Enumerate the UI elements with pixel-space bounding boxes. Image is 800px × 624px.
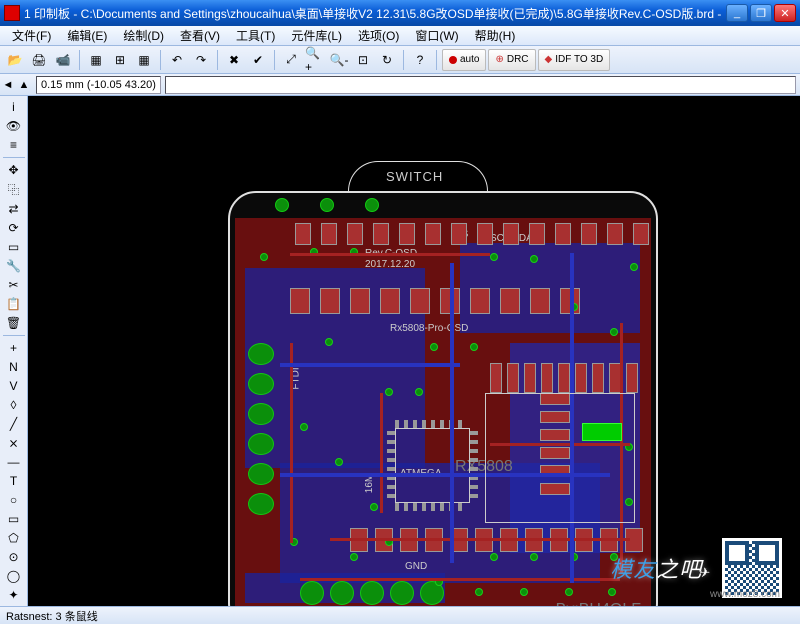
main-toolbar: 📂 🖨 📹 ▦ ⊞ ▦ ↶ ↷ ✖ ✔ ⤢ 🔍+ 🔍- ⊡ ↻ ? auto ⊕…	[0, 46, 800, 74]
finder-button[interactable]: ?	[409, 49, 431, 71]
cancel-button[interactable]: ✖	[223, 49, 245, 71]
sep	[79, 50, 80, 70]
sep	[3, 335, 25, 336]
menu-file[interactable]: 文件(F)	[4, 26, 59, 45]
maximize-button[interactable]: ❐	[750, 4, 772, 22]
sep	[274, 50, 275, 70]
statusbar: Ratsnest: 3 条鼠线	[0, 606, 800, 624]
menubar: 文件(F) 编辑(E) 绘制(D) 查看(V) 工具(T) 元件库(L) 选项(…	[0, 26, 800, 46]
app-icon	[4, 5, 20, 21]
zoom-in-button[interactable]: 🔍+	[304, 49, 326, 71]
sep	[160, 50, 161, 70]
circle-tool[interactable]: ○	[3, 491, 25, 509]
ripup-tool[interactable]: ⨯	[3, 434, 25, 452]
plane-icon: ✈	[698, 565, 710, 580]
ic-atmega	[395, 428, 470, 503]
drc-label: DRC	[507, 54, 529, 65]
menu-window[interactable]: 窗口(W)	[407, 26, 466, 45]
menu-edit[interactable]: 编辑(E)	[59, 26, 115, 45]
hole-tool[interactable]: ◯	[3, 567, 25, 585]
add-tool[interactable]: +	[3, 339, 25, 357]
coord-bar: ◄ ▲ 0.15 mm (-10.05 43.20)	[0, 74, 800, 96]
workarea: i 👁 ≡ ✥ ⿻ ⇄ ⟳ ▭ 🔧 ✂ 📋 🗑 + N V ◊ ╱ ⨯ — T …	[0, 96, 800, 606]
cut-tool[interactable]: ✂	[3, 276, 25, 294]
layers-tool[interactable]: ≡	[3, 136, 25, 154]
menu-library[interactable]: 元件库(L)	[283, 26, 350, 45]
idf-icon: ◆	[545, 54, 553, 65]
drc-icon: ⊕	[495, 54, 503, 65]
board-button[interactable]: ▦	[85, 49, 107, 71]
show-tool[interactable]: 👁	[3, 117, 25, 135]
close-button[interactable]: ✕	[774, 4, 796, 22]
sep	[436, 50, 437, 70]
smash-tool[interactable]: ◊	[3, 396, 25, 414]
text-tool[interactable]: T	[3, 472, 25, 490]
status-text: Ratsnest: 3 条鼠线	[6, 608, 98, 624]
rotate-tool[interactable]: ⟳	[3, 219, 25, 237]
menu-options[interactable]: 选项(O)	[350, 26, 407, 45]
info-tool[interactable]: i	[3, 98, 25, 116]
silk-date: 2017.12.20	[365, 259, 415, 270]
watermark: 模友之吧✈ www.moz8.com	[610, 538, 782, 598]
sep	[3, 157, 25, 158]
menu-view[interactable]: 查看(V)	[172, 26, 228, 45]
zoom-select-button[interactable]: ⊡	[352, 49, 374, 71]
route-tool[interactable]: ╱	[3, 415, 25, 433]
menu-draw[interactable]: 绘制(D)	[115, 26, 172, 45]
name-tool[interactable]: N	[3, 358, 25, 376]
copy-tool[interactable]: ⿻	[3, 180, 25, 199]
zoom-fit-button[interactable]: ⤢	[280, 49, 302, 71]
dot-icon	[449, 56, 457, 64]
wm-suffix: 之吧	[656, 557, 702, 582]
board-outline: Rev.C-OSD 2017.12.20 Rx5808-Pro-OSD SCL/…	[228, 191, 658, 606]
arrow-left-icon[interactable]: ◄	[0, 77, 16, 93]
schematic-button[interactable]: ⊞	[109, 49, 131, 71]
titlebar: 1 印制板 - C:\Documents and Settings\zhouca…	[0, 0, 800, 26]
poly-tool[interactable]: ⬠	[3, 529, 25, 547]
menu-help[interactable]: 帮助(H)	[467, 26, 524, 45]
silk-gnd: GND	[405, 561, 427, 572]
silk-name: Rx5808-Pro-OSD	[390, 323, 468, 334]
sep	[217, 50, 218, 70]
value-tool[interactable]: V	[3, 377, 25, 395]
arrow-up-icon[interactable]: ▲	[16, 77, 32, 93]
coord-display[interactable]: 0.15 mm (-10.05 43.20)	[36, 76, 161, 94]
autorouter-button[interactable]: auto	[442, 49, 486, 71]
idf-label: IDF TO 3D	[555, 54, 603, 65]
left-toolbar: i 👁 ≡ ✥ ⿻ ⇄ ⟳ ▭ 🔧 ✂ 📋 🗑 + N V ◊ ╱ ⨯ — T …	[0, 96, 28, 606]
wm-prefix: 模友	[610, 557, 656, 582]
sep	[403, 50, 404, 70]
cam-button[interactable]: 📹	[52, 49, 74, 71]
canvas[interactable]: SWITCH Rev.C-OSD 2017.12.20 Rx5808-Pro-O…	[28, 96, 800, 606]
command-input[interactable]	[165, 76, 796, 94]
pcb-board: SWITCH Rev.C-OSD 2017.12.20 Rx5808-Pro-O…	[228, 191, 658, 606]
rect-tool[interactable]: ▭	[3, 510, 25, 528]
watermark-url: www.moz8.com	[710, 589, 780, 600]
via-tool[interactable]: ⊙	[3, 548, 25, 566]
mirror-tool[interactable]: ⇄	[3, 200, 25, 218]
open-button[interactable]: 📂	[4, 49, 26, 71]
change-tool[interactable]: 🔧	[3, 257, 25, 275]
watermark-logo: 模友之吧✈	[610, 552, 710, 584]
redo-button[interactable]: ↷	[190, 49, 212, 71]
zoom-out-button[interactable]: 🔍-	[328, 49, 350, 71]
undo-button[interactable]: ↶	[166, 49, 188, 71]
print-button[interactable]: 🖨	[28, 49, 50, 71]
grid-button[interactable]: ▦	[133, 49, 155, 71]
move-tool[interactable]: ✥	[3, 161, 25, 179]
idf-button[interactable]: ◆IDF TO 3D	[538, 49, 611, 71]
menu-tools[interactable]: 工具(T)	[228, 26, 283, 45]
minimize-button[interactable]: _	[726, 4, 748, 22]
go-button[interactable]: ✔	[247, 49, 269, 71]
switch-label: SWITCH	[386, 169, 443, 184]
group-tool[interactable]: ▭	[3, 238, 25, 256]
window-title: 1 印制板 - C:\Documents and Settings\zhouca…	[24, 5, 724, 22]
redraw-button[interactable]: ↻	[376, 49, 398, 71]
wire-tool[interactable]: —	[3, 453, 25, 471]
delete-tool[interactable]: 🗑	[3, 314, 25, 332]
ratsnest-tool[interactable]: ✦	[3, 586, 25, 604]
drc-button[interactable]: ⊕ DRC	[488, 49, 535, 71]
autorouter-label: auto	[460, 54, 479, 65]
paste-tool[interactable]: 📋	[3, 295, 25, 313]
